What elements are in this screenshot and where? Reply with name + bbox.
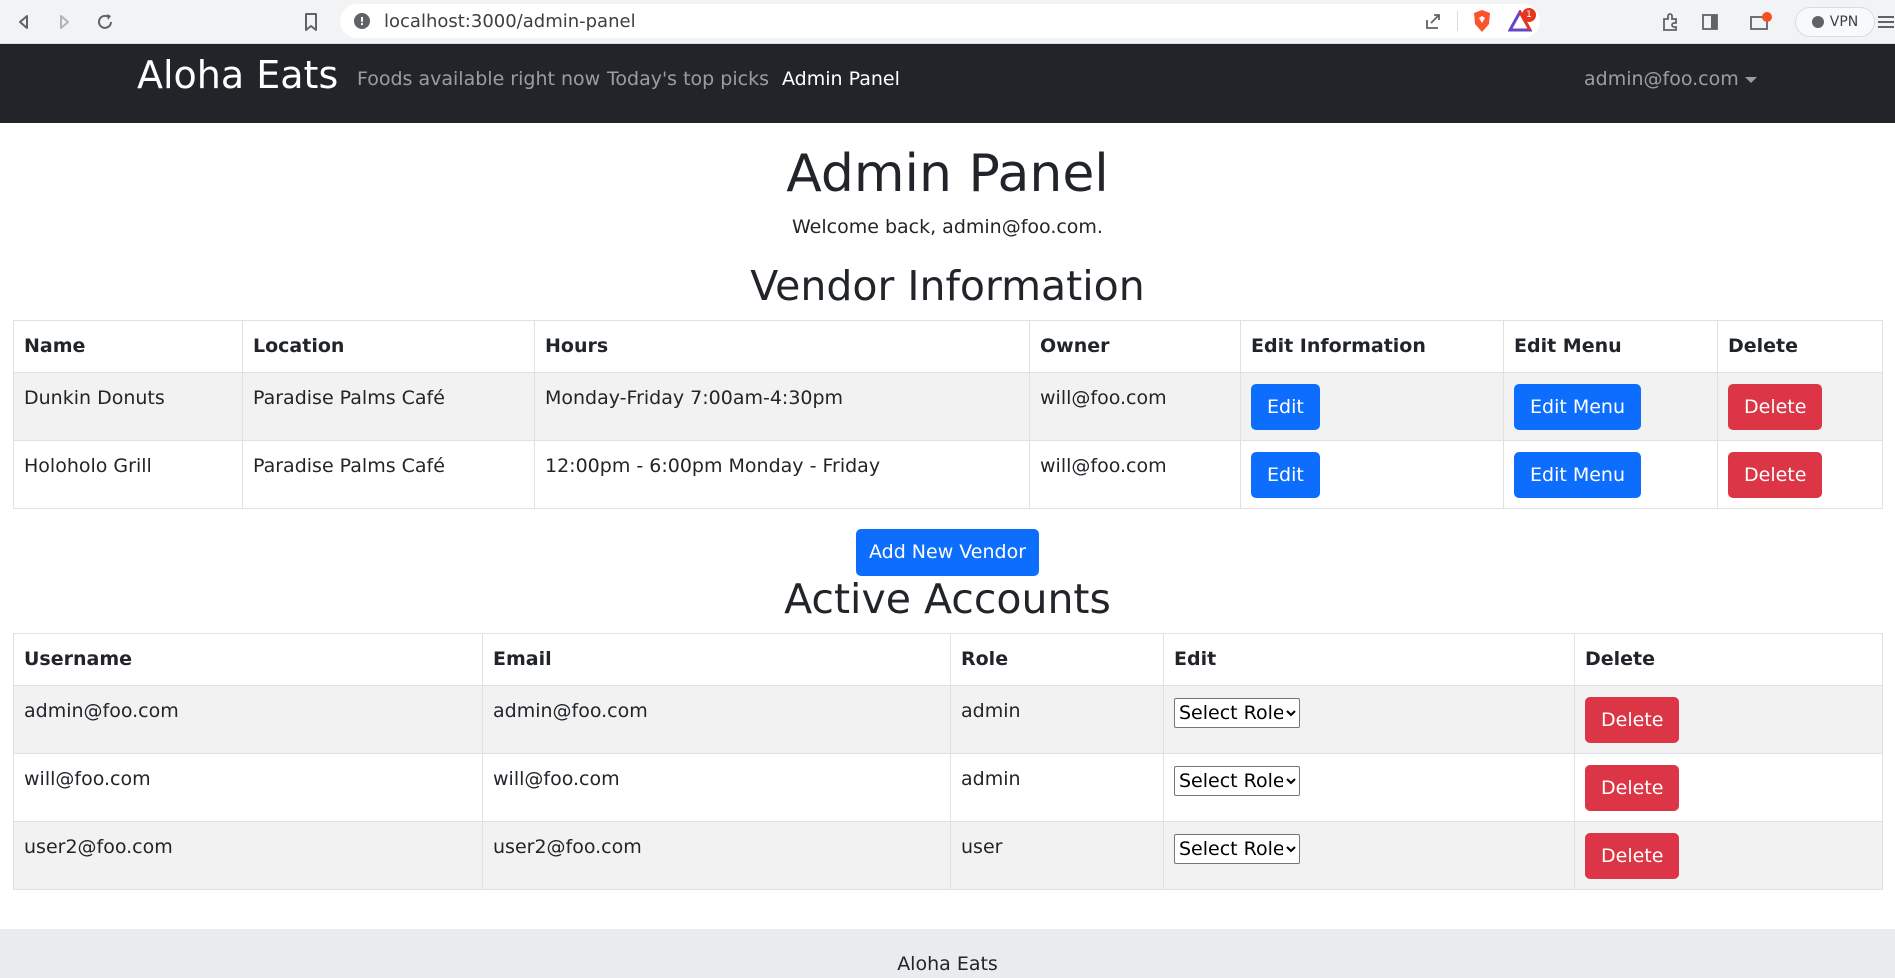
vendor-hours: 12:00pm - 6:00pm Monday - Friday (534, 440, 1030, 509)
sidebar-icon[interactable] (1696, 8, 1724, 36)
page-footer: Aloha Eats (0, 929, 1895, 978)
footer-text: Aloha Eats (897, 953, 998, 975)
vendor-name: Holoholo Grill (13, 440, 243, 509)
column-header-owner: Owner (1029, 320, 1241, 373)
brand-logo[interactable]: Aloha Eats (137, 53, 338, 97)
column-header-delete: Delete (1717, 320, 1883, 373)
vendor-owner: will@foo.com (1029, 440, 1241, 509)
account-email: user2@foo.com (482, 821, 951, 890)
nav-link-foods-now[interactable]: Foods available right now (357, 68, 600, 90)
page-title: Admin Panel (786, 144, 1109, 204)
table-row: Dunkin Donuts Paradise Palms Café Monday… (13, 372, 1883, 441)
edit-menu-button[interactable]: Edit Menu (1514, 384, 1641, 430)
table-row: will@foo.com will@foo.com admin Select R… (13, 753, 1883, 822)
vendor-location: Paradise Palms Café (242, 440, 535, 509)
vpn-button[interactable]: VPN (1795, 7, 1875, 37)
vpn-status-icon (1811, 16, 1824, 28)
delete-account-button[interactable]: Delete (1585, 833, 1680, 879)
delete-vendor-button[interactable]: Delete (1728, 384, 1823, 430)
column-header-hours: Hours (534, 320, 1030, 373)
delete-account-button[interactable]: Delete (1585, 697, 1680, 743)
role-select[interactable]: Select Role (1174, 698, 1300, 728)
edit-vendor-button[interactable]: Edit (1251, 452, 1320, 498)
delete-account-button[interactable]: Delete (1585, 765, 1680, 811)
brave-shields-icon[interactable] (1464, 9, 1500, 33)
vendor-owner: will@foo.com (1029, 372, 1241, 441)
account-username: will@foo.com (13, 753, 483, 822)
table-header-row: Username Email Role Edit Delete (13, 633, 1883, 686)
vendor-hours: Monday-Friday 7:00am-4:30pm (534, 372, 1030, 441)
chevron-down-icon (1744, 76, 1757, 83)
top-navbar: Aloha Eats Foods available right now Tod… (0, 44, 1895, 123)
table-row: Holoholo Grill Paradise Palms Café 12:00… (13, 440, 1883, 509)
user-dropdown[interactable]: admin@foo.com (1584, 68, 1757, 90)
table-header-row: Name Location Hours Owner Edit Informati… (13, 320, 1883, 373)
column-header-edit: Edit (1163, 633, 1575, 686)
url-text: localhost:3000/admin-panel (384, 10, 636, 32)
role-select[interactable]: Select Role (1174, 766, 1300, 796)
account-username: user2@foo.com (13, 821, 483, 890)
role-select[interactable]: Select Role (1174, 834, 1300, 864)
nav-link-admin-panel[interactable]: Admin Panel (782, 68, 900, 90)
account-email: admin@foo.com (482, 685, 951, 754)
account-role: admin (950, 685, 1164, 754)
welcome-message: Welcome back, admin@foo.com. (792, 216, 1103, 238)
column-header-edit-information: Edit Information (1240, 320, 1504, 373)
bookmark-icon[interactable] (297, 8, 325, 36)
account-role: user (950, 821, 1164, 890)
column-header-name: Name (13, 320, 243, 373)
column-header-edit-menu: Edit Menu (1503, 320, 1718, 373)
vendor-name: Dunkin Donuts (13, 372, 243, 441)
column-header-role: Role (950, 633, 1164, 686)
column-header-email: Email (482, 633, 951, 686)
brave-rewards-icon[interactable]: 1 (1500, 8, 1540, 32)
table-row: user2@foo.com user2@foo.com user Select … (13, 821, 1883, 890)
wallet-icon[interactable] (1746, 8, 1774, 36)
forward-icon[interactable] (50, 8, 78, 36)
table-row: admin@foo.com admin@foo.com admin Select… (13, 685, 1883, 754)
back-icon[interactable] (10, 8, 38, 36)
extensions-icon[interactable] (1656, 8, 1684, 36)
nav-link-top-picks[interactable]: Today's top picks (607, 68, 769, 90)
column-header-location: Location (242, 320, 535, 373)
notification-badge: 1 (1522, 8, 1536, 22)
vendor-location: Paradise Palms Café (242, 372, 535, 441)
edit-menu-button[interactable]: Edit Menu (1514, 452, 1641, 498)
column-header-username: Username (13, 633, 483, 686)
user-email: admin@foo.com (1584, 68, 1739, 90)
browser-toolbar: ! localhost:3000/admin-panel 1 VPN (0, 0, 1895, 44)
column-header-delete: Delete (1574, 633, 1883, 686)
share-icon[interactable] (1415, 11, 1451, 31)
accounts-section-heading: Active Accounts (784, 575, 1111, 623)
site-info-icon[interactable]: ! (354, 13, 370, 29)
account-role: admin (950, 753, 1164, 822)
menu-icon[interactable] (1874, 8, 1895, 36)
address-bar[interactable]: ! localhost:3000/admin-panel 1 (340, 4, 1540, 38)
vendor-section-heading: Vendor Information (750, 262, 1145, 310)
vpn-label: VPN (1829, 14, 1859, 30)
accounts-table: Username Email Role Edit Delete admin@fo… (13, 633, 1883, 890)
account-email: will@foo.com (482, 753, 951, 822)
add-vendor-button[interactable]: Add New Vendor (856, 529, 1039, 576)
account-username: admin@foo.com (13, 685, 483, 754)
edit-vendor-button[interactable]: Edit (1251, 384, 1320, 430)
delete-vendor-button[interactable]: Delete (1728, 452, 1823, 498)
vendor-table: Name Location Hours Owner Edit Informati… (13, 320, 1883, 509)
reload-icon[interactable] (91, 8, 119, 36)
